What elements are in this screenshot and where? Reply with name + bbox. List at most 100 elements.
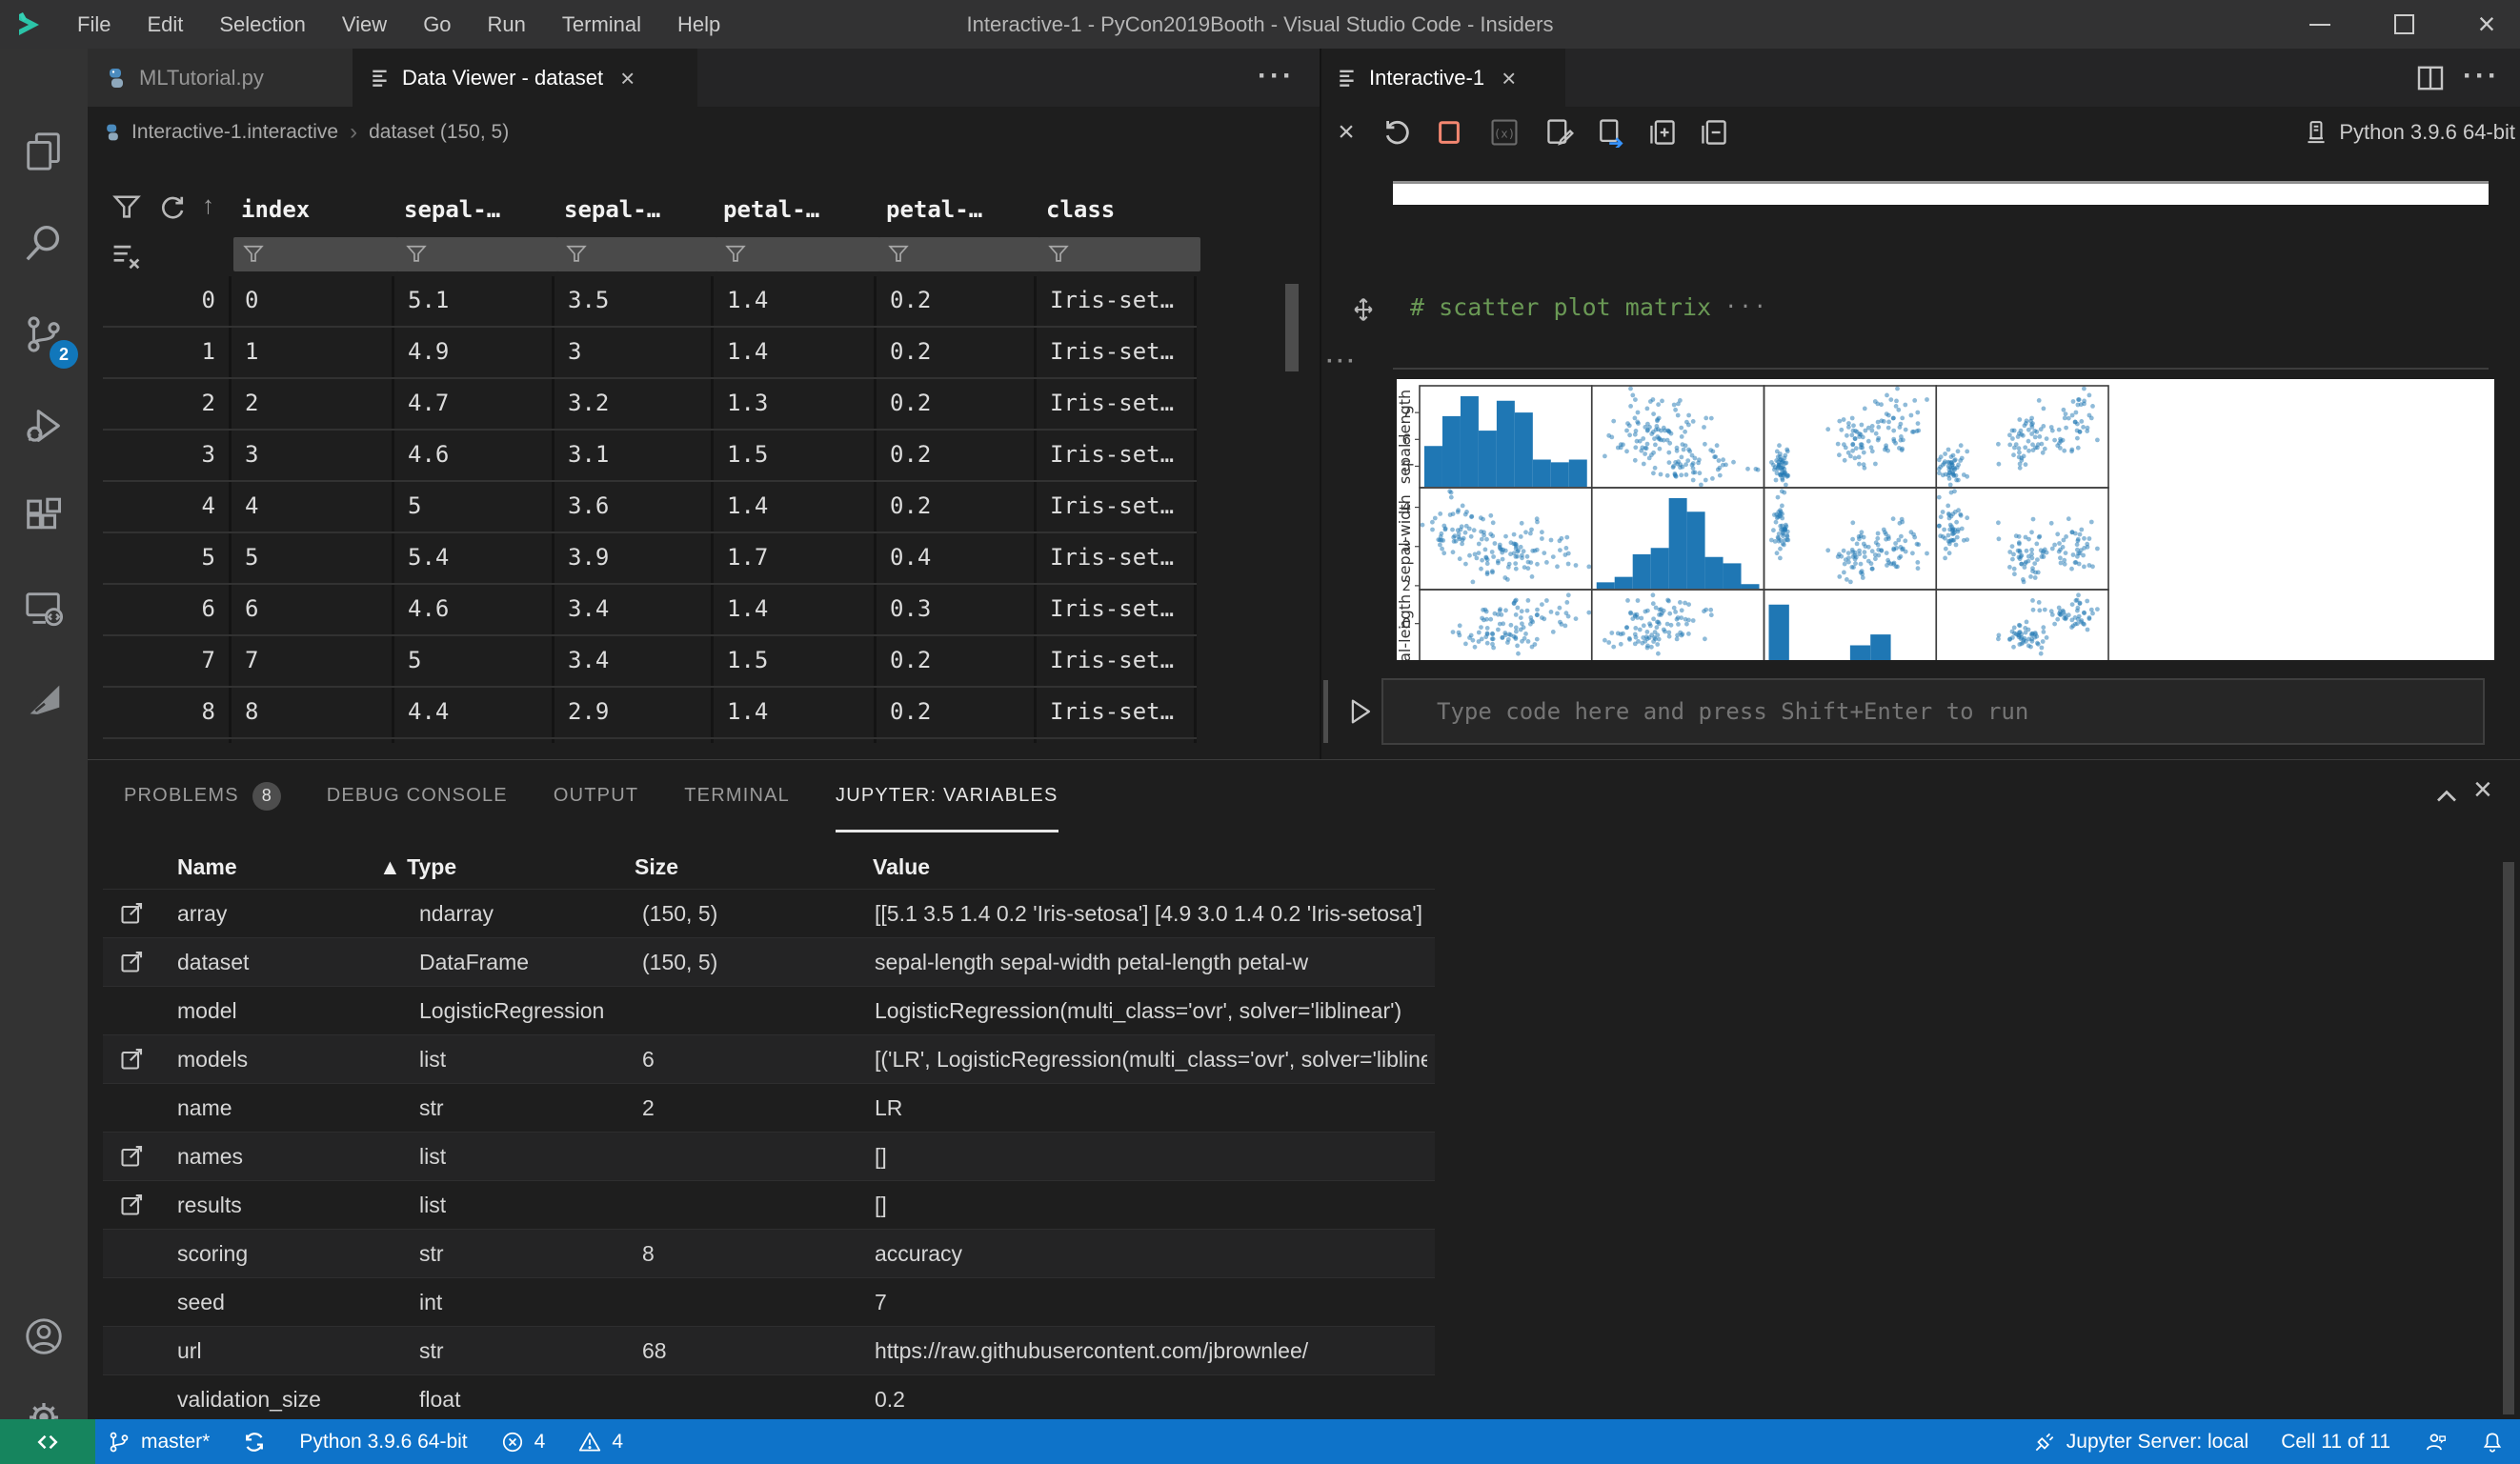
collapse-all-icon[interactable] (1692, 110, 1736, 154)
filter-input[interactable] (878, 237, 1040, 271)
git-branch-item[interactable]: master* (107, 1430, 210, 1454)
variable-row-url[interactable]: url str 68 https://raw.githubusercontent.co… (103, 1326, 1435, 1374)
column-header-2[interactable]: sepal-… (404, 189, 500, 231)
variable-row-dataset[interactable]: dataset DataFrame (150, 5) sepal-length sep… (103, 937, 1435, 986)
search-icon[interactable] (0, 199, 88, 287)
table-cell: 1.5 (714, 636, 877, 686)
clear-results-icon[interactable]: × (1324, 110, 1368, 154)
code-cell-line[interactable]: # scatter plot matrix ··· (1410, 293, 1768, 321)
editor-more-actions[interactable]: ··· (2463, 62, 2500, 90)
accounts-icon[interactable] (0, 1293, 88, 1380)
menu-item-go[interactable]: Go (405, 0, 469, 49)
menu-item-help[interactable]: Help (659, 0, 738, 49)
editor-more-actions[interactable]: ··· (1258, 62, 1295, 90)
sync-item[interactable] (242, 1430, 267, 1454)
run-code-icon[interactable] (1343, 695, 1376, 728)
panel-tab-output[interactable]: OUTPUT (554, 762, 638, 832)
histogram-bars (1424, 396, 1891, 660)
breadcrumb-root[interactable]: Interactive-1.interactive (131, 121, 338, 144)
panel-tab-problems[interactable]: PROBLEMS 8 (124, 762, 281, 832)
kernel-selector[interactable]: Python 3.9.6 64-bit (2239, 110, 2515, 154)
open-in-data-viewer-icon[interactable] (118, 947, 147, 975)
interrupt-kernel-icon[interactable] (1427, 110, 1471, 154)
pycon-extension-icon[interactable] (0, 656, 88, 744)
panel-close-icon[interactable]: × (2473, 772, 2492, 809)
variable-row-validation_size[interactable]: validation_size float 0.2 (103, 1374, 1435, 1418)
repl-input[interactable] (1381, 678, 2485, 745)
filter-input[interactable] (1038, 237, 1200, 271)
menu-item-view[interactable]: View (324, 0, 405, 49)
variable-row-models[interactable]: models list 6 [('LR', LogisticRegression(mu… (103, 1034, 1435, 1083)
close-window-button[interactable]: × (2453, 0, 2520, 49)
funnel-icon (243, 245, 264, 262)
save-as-icon[interactable] (1538, 110, 1582, 154)
close-tab-icon[interactable]: × (1502, 66, 1516, 90)
column-header-1[interactable]: index (241, 189, 310, 231)
column-header-5[interactable]: petal-… (886, 189, 982, 231)
variable-type: str (419, 1095, 444, 1120)
problems-warnings-item[interactable]: 4 (577, 1430, 623, 1454)
expand-all-icon[interactable] (1641, 110, 1684, 154)
cell-indicator-item[interactable]: Cell 11 of 11 (2281, 1431, 2390, 1454)
remote-indicator[interactable] (0, 1419, 95, 1464)
extensions-icon[interactable] (0, 473, 88, 561)
panel-scrollbar[interactable] (2503, 862, 2514, 1414)
panel-tab-debug-console[interactable]: DEBUG CONSOLE (327, 762, 508, 832)
menu-item-run[interactable]: Run (470, 0, 544, 49)
feedback-item[interactable] (2423, 1430, 2448, 1454)
filter-input[interactable] (716, 237, 880, 271)
variable-row-name[interactable]: name str 2 LR (103, 1083, 1435, 1132)
right-tab-bar: Interactive-1 × ··· (1321, 49, 2520, 107)
source-control-icon[interactable]: 2 (0, 291, 88, 378)
open-in-data-viewer-icon[interactable] (118, 898, 147, 927)
panel-tab-terminal[interactable]: TERMINAL (684, 762, 790, 832)
close-tab-icon[interactable]: × (620, 66, 635, 90)
breadcrumb[interactable]: Interactive-1.interactive › dataset (150… (88, 107, 1320, 157)
menu-item-selection[interactable]: Selection (201, 0, 324, 49)
export-icon[interactable] (1589, 110, 1633, 154)
table-cell: 1 (232, 328, 394, 377)
jupyter-server-item[interactable]: Jupyter Server: local (2032, 1430, 2248, 1454)
menu-item-file[interactable]: File (59, 0, 129, 49)
data-viewer-scrollbar[interactable] (1285, 284, 1299, 371)
variable-row-array[interactable]: array ndarray (150, 5) [[5.1 3.5 1.4 0.2 'I… (103, 889, 1435, 937)
restart-kernel-icon[interactable] (1376, 110, 1420, 154)
column-header-4[interactable]: petal-… (723, 189, 819, 231)
variable-row-model[interactable]: model LogisticRegression LogisticRegressio… (103, 986, 1435, 1034)
table-cell: 4.4 (394, 688, 554, 737)
minimize-button[interactable] (2287, 0, 2353, 49)
variable-row-seed[interactable]: seed int 7 (103, 1277, 1435, 1326)
filter-input[interactable] (233, 237, 398, 271)
open-in-data-viewer-icon[interactable] (118, 1044, 147, 1073)
filter-input[interactable] (556, 237, 717, 271)
open-in-data-viewer-icon[interactable] (118, 1190, 147, 1218)
collapsed-cell-dots[interactable]: ··· (1326, 351, 1358, 373)
folded-code-indicator[interactable]: ··· (1724, 295, 1768, 319)
python-interpreter-item[interactable]: Python 3.9.6 64-bit (299, 1431, 467, 1454)
variable-row-scoring[interactable]: scoring str 8 accuracy (103, 1229, 1435, 1277)
maximize-button[interactable] (2370, 0, 2437, 49)
column-header-3[interactable]: sepal-… (564, 189, 660, 231)
variable-row-results[interactable]: results list [] (103, 1180, 1435, 1229)
menu-item-terminal[interactable]: Terminal (544, 0, 659, 49)
goto-cell-icon[interactable] (1349, 295, 1378, 324)
tab-mltutorial[interactable]: MLTutorial.py (88, 49, 370, 107)
run-debug-icon[interactable] (0, 382, 88, 470)
panel-tab-jupyter-variables[interactable]: JUPYTER: VARIABLES (836, 762, 1058, 832)
remote-explorer-icon[interactable] (0, 565, 88, 652)
tab-data-viewer[interactable]: Data Viewer - dataset × (353, 49, 697, 107)
variable-type: ndarray (419, 901, 494, 926)
column-header-6[interactable]: class (1046, 189, 1115, 231)
variable-row-names[interactable]: names list [] (103, 1132, 1435, 1180)
filter-input[interactable] (396, 237, 558, 271)
open-in-data-viewer-icon[interactable] (118, 1141, 147, 1170)
interactive-scrollbar[interactable] (1323, 680, 1328, 743)
notifications-item[interactable] (2480, 1430, 2505, 1454)
panel-maximize-chevron-icon[interactable] (2429, 779, 2464, 813)
breadcrumb-item[interactable]: dataset (150, 5) (369, 121, 509, 144)
menu-item-edit[interactable]: Edit (129, 0, 201, 49)
explorer-icon[interactable] (0, 108, 88, 195)
split-editor-icon[interactable] (2415, 63, 2446, 93)
problems-errors-item[interactable]: 4 (500, 1430, 545, 1454)
tab-interactive-1[interactable]: Interactive-1 × (1321, 49, 1565, 107)
